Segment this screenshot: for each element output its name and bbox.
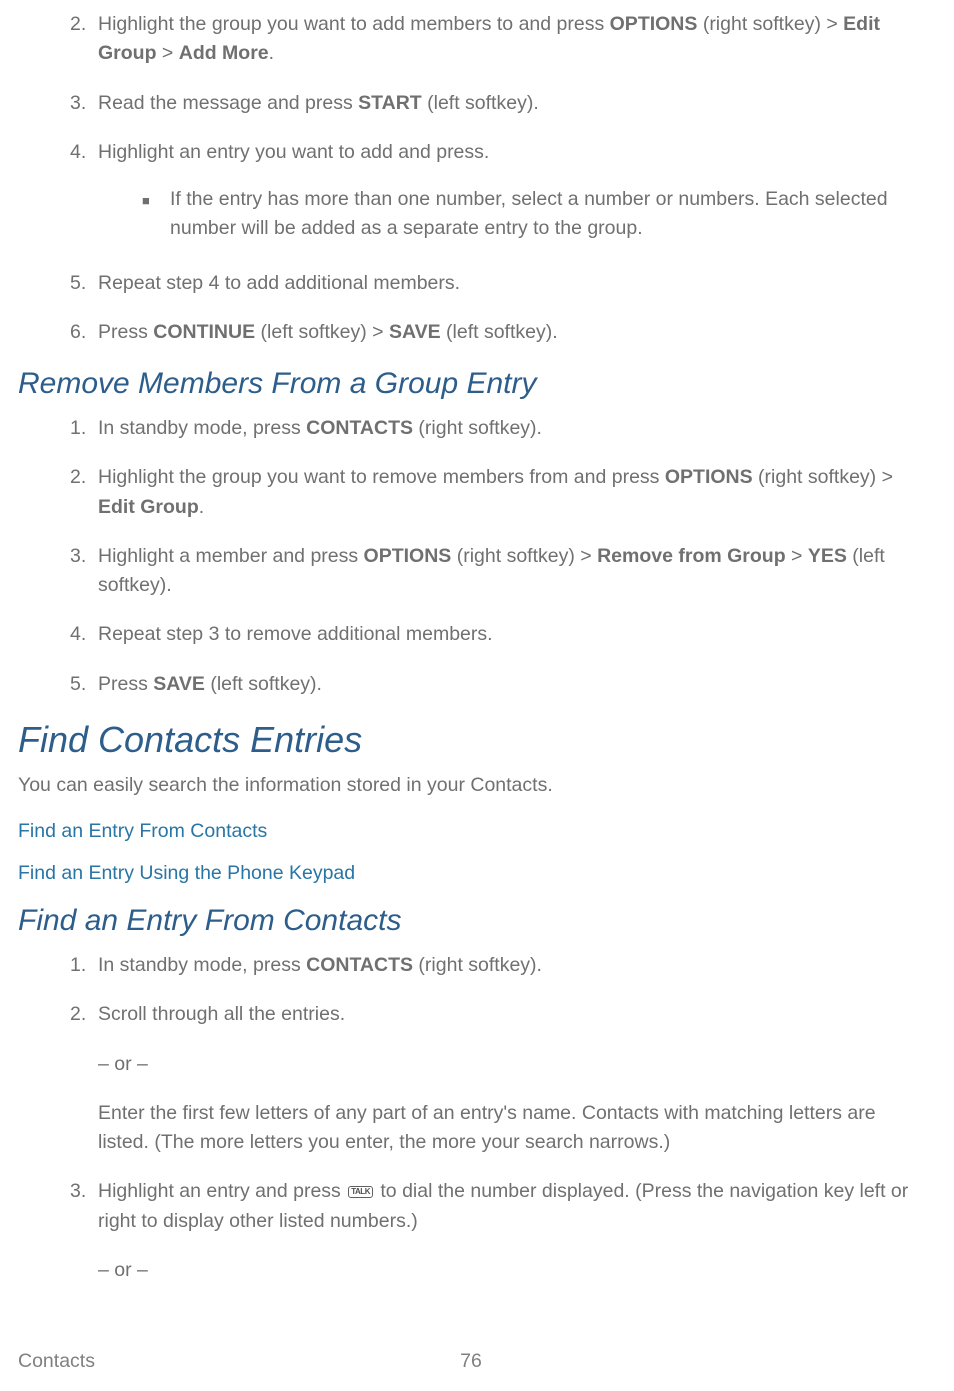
- list-marker: 1.: [70, 414, 98, 443]
- steps-list-a: 2.Highlight the group you want to add me…: [18, 10, 924, 347]
- steps-list-d: 3.Highlight an entry and press TALK to d…: [18, 1177, 924, 1236]
- list-item: 1.In standby mode, press CONTACTS (right…: [70, 414, 924, 443]
- list-marker: 4.: [70, 620, 98, 649]
- list-marker: 4.: [70, 138, 98, 249]
- list-item: 6.Press CONTINUE (left softkey) > SAVE (…: [70, 318, 924, 347]
- list-item: 1.In standby mode, press CONTACTS (right…: [70, 951, 924, 980]
- list-content: Highlight the group you want to remove m…: [98, 463, 924, 522]
- page-footer: Contacts 76: [18, 1350, 924, 1373]
- steps-list-c: 1.In standby mode, press CONTACTS (right…: [18, 951, 924, 1030]
- link-find-entry-keypad[interactable]: Find an Entry Using the Phone Keypad: [18, 862, 924, 885]
- list-content: Press SAVE (left softkey).: [98, 670, 924, 699]
- list-content: In standby mode, press CONTACTS (right s…: [98, 951, 924, 980]
- list-item: 2.Highlight the group you want to add me…: [70, 10, 924, 69]
- bold-text: START: [358, 92, 422, 114]
- bold-text: CONTINUE: [153, 321, 255, 343]
- bullet-item: ■If the entry has more than one number, …: [142, 185, 924, 244]
- list-marker: 3.: [70, 542, 98, 601]
- list-item: 3.Highlight a member and press OPTIONS (…: [70, 542, 924, 601]
- bold-text: CONTACTS: [306, 954, 413, 976]
- list-content: Highlight an entry and press TALK to dia…: [98, 1177, 924, 1236]
- list-content: Repeat step 4 to add additional members.: [98, 269, 924, 298]
- list-content: Highlight an entry you want to add and p…: [98, 138, 924, 249]
- bold-text: OPTIONS: [610, 13, 698, 35]
- bullet-marker: ■: [142, 185, 170, 244]
- list-content: Read the message and press START (left s…: [98, 89, 924, 118]
- list-item: 2.Highlight the group you want to remove…: [70, 463, 924, 522]
- bullet-content: If the entry has more than one number, s…: [170, 185, 924, 244]
- bold-text: OPTIONS: [665, 466, 753, 488]
- enter-letters-text: Enter the first few letters of any part …: [46, 1099, 924, 1158]
- list-content: Highlight the group you want to add memb…: [98, 10, 924, 69]
- bullet-list: ■If the entry has more than one number, …: [98, 185, 924, 244]
- footer-page-number: 76: [460, 1350, 482, 1373]
- list-item: 4.Highlight an entry you want to add and…: [70, 138, 924, 249]
- list-content: Press CONTINUE (left softkey) > SAVE (le…: [98, 318, 924, 347]
- talk-icon: TALK: [348, 1186, 373, 1198]
- list-content: In standby mode, press CONTACTS (right s…: [98, 414, 924, 443]
- list-content: Scroll through all the entries.: [98, 1000, 924, 1029]
- heading-find-contacts: Find Contacts Entries: [18, 719, 924, 761]
- find-intro-text: You can easily search the information st…: [18, 771, 924, 800]
- list-item: 3.Highlight an entry and press TALK to d…: [70, 1177, 924, 1236]
- list-content: Repeat step 3 to remove additional membe…: [98, 620, 924, 649]
- list-item: 5.Press SAVE (left softkey).: [70, 670, 924, 699]
- list-item: 2.Scroll through all the entries.: [70, 1000, 924, 1029]
- list-item: 5.Repeat step 4 to add additional member…: [70, 269, 924, 298]
- heading-remove-members: Remove Members From a Group Entry: [18, 367, 924, 401]
- or-separator-1: – or –: [46, 1050, 924, 1079]
- list-item: 3.Read the message and press START (left…: [70, 89, 924, 118]
- list-marker: 2.: [70, 463, 98, 522]
- bold-text: OPTIONS: [364, 545, 452, 567]
- list-marker: 1.: [70, 951, 98, 980]
- link-find-entry-contacts[interactable]: Find an Entry From Contacts: [18, 820, 924, 843]
- bold-text: SAVE: [153, 673, 205, 695]
- steps-list-b: 1.In standby mode, press CONTACTS (right…: [18, 414, 924, 699]
- heading-find-entry-from-contacts: Find an Entry From Contacts: [18, 904, 924, 938]
- list-marker: 6.: [70, 318, 98, 347]
- or-separator-2: – or –: [46, 1256, 924, 1285]
- bold-text: SAVE: [389, 321, 441, 343]
- list-marker: 5.: [70, 670, 98, 699]
- bold-text: YES: [808, 545, 847, 567]
- list-marker: 3.: [70, 1177, 98, 1236]
- list-item: 4.Repeat step 3 to remove additional mem…: [70, 620, 924, 649]
- bold-text: Remove from Group: [597, 545, 786, 567]
- bold-text: Edit Group: [98, 496, 199, 518]
- footer-section-name: Contacts: [18, 1350, 95, 1373]
- bold-text: CONTACTS: [306, 417, 413, 439]
- list-marker: 5.: [70, 269, 98, 298]
- list-marker: 3.: [70, 89, 98, 118]
- bold-text: Add More: [179, 42, 269, 64]
- list-content: Highlight a member and press OPTIONS (ri…: [98, 542, 924, 601]
- list-marker: 2.: [70, 10, 98, 69]
- list-marker: 2.: [70, 1000, 98, 1029]
